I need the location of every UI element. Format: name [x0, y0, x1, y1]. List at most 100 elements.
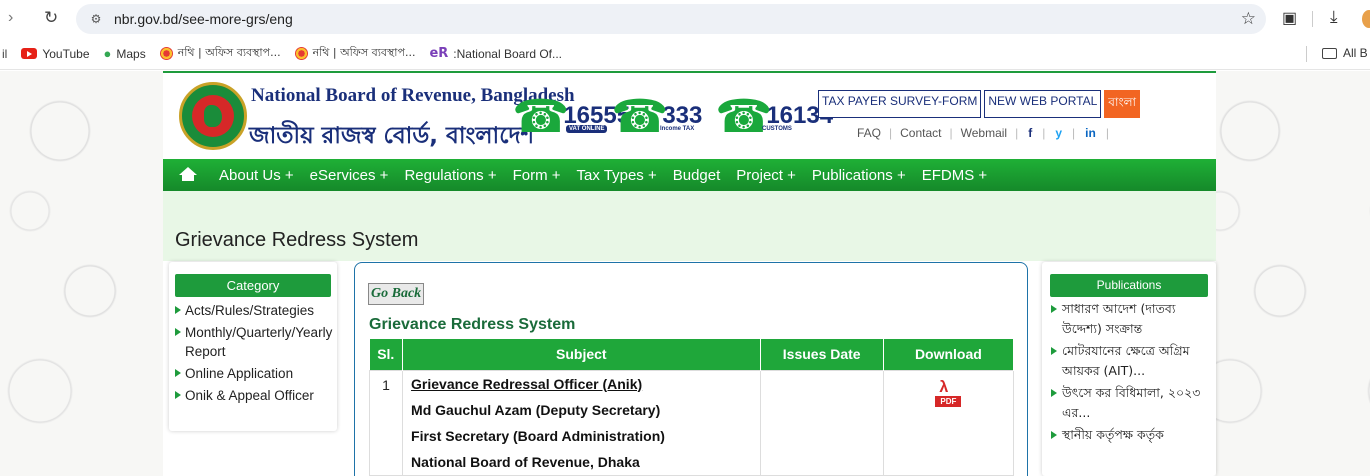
- nothi-icon: [294, 47, 308, 60]
- faq-link[interactable]: FAQ: [857, 126, 881, 140]
- table-header-row: Sl. Subject Issues Date Download: [369, 339, 1015, 370]
- bookmark-nothi-1[interactable]: নথি | অফিস ব্যবস্থাপ...: [159, 44, 281, 63]
- go-back-button[interactable]: Go Back: [368, 283, 425, 305]
- category-sidebar: Category Acts/Rules/Strategies Monthly/Q…: [169, 262, 337, 431]
- url-text[interactable]: nbr.gov.bd/see-more-grs/eng: [114, 11, 293, 27]
- category-list: Acts/Rules/Strategies Monthly/Quarterly/…: [169, 301, 337, 405]
- subject-link[interactable]: Grievance Redressal Officer (Anik): [403, 371, 760, 397]
- publication-item[interactable]: উৎসে কর বিধিমালা, ২০২৩ এর...: [1050, 383, 1210, 423]
- subject-line: Md Gauchul Azam (Deputy Secretary): [411, 401, 661, 418]
- nav-about-us[interactable]: About Us +: [219, 167, 294, 184]
- bookmark-label: নথি | অফিস ব্যবস্থাপ...: [177, 46, 281, 59]
- site-name-bangla: জাতীয় রাজস্ব বোর্ড, বাংলাদেশ: [249, 123, 535, 149]
- er-icon: eR: [429, 46, 449, 61]
- link-separator: |: [1072, 126, 1076, 140]
- bookmark-star-icon[interactable]: ☆: [1241, 9, 1256, 29]
- hotline-caption: CUSTOMS: [762, 126, 792, 132]
- maps-pin-icon: ●: [103, 46, 112, 61]
- site-header: National Board of Revenue, Bangladesh জা…: [163, 71, 1216, 159]
- column-header: Download: [883, 339, 1015, 370]
- logo-emblem: [192, 95, 234, 137]
- address-bar[interactable]: ⚙ nbr.gov.bd/see-more-grs/eng ☆: [76, 4, 1266, 34]
- category-item[interactable]: Online Application: [173, 364, 337, 383]
- phone-icon: ☎: [512, 89, 570, 143]
- link-separator: |: [1105, 126, 1109, 140]
- table-row: 1 Grievance Redressal Officer (Anik) Md …: [368, 369, 1015, 476]
- survey-form-button[interactable]: TAX PAYER SURVEY-FORM: [818, 90, 982, 118]
- bookmark-youtube[interactable]: YouTube: [21, 47, 90, 61]
- bookmark-label: :National Board Of...: [453, 46, 563, 61]
- bookmark-nbr[interactable]: eR :National Board Of...: [429, 46, 562, 61]
- nav-tax-types[interactable]: Tax Types +: [577, 167, 657, 184]
- toolbar-divider: [1312, 11, 1313, 27]
- column-header: Sl.: [369, 339, 404, 370]
- nothi-icon: [159, 47, 173, 60]
- column-header: Issues Date: [760, 339, 884, 370]
- facebook-icon[interactable]: f: [1028, 126, 1032, 140]
- site-settings-icon[interactable]: ⚙: [88, 11, 104, 27]
- all-bookmarks[interactable]: All B: [1322, 46, 1368, 60]
- hotline-income-tax: ☎ 333 Income TAX: [611, 87, 702, 145]
- download-icon[interactable]: ⤓: [1330, 7, 1338, 27]
- hotline-caption: VAT ONLINE: [566, 125, 608, 133]
- nbr-logo[interactable]: [179, 82, 247, 150]
- hotline-caption: Income TAX: [660, 126, 695, 132]
- youtube-icon: [21, 48, 38, 59]
- browser-toolbar: › ↻ ⚙ nbr.gov.bd/see-more-grs/eng ☆ ▣ ⤓: [0, 0, 1370, 38]
- nav-eservices[interactable]: eServices +: [310, 167, 389, 184]
- publication-item[interactable]: সাধারণ আদেশ (দাতব্য উদ্দেশ্য) সংক্রান্ত: [1050, 299, 1210, 339]
- issue-date-cell: [759, 369, 884, 476]
- bookmark-label: নথি | অফিস ব্যবস্থাপ...: [312, 46, 416, 59]
- publication-item[interactable]: স্থানীয় কর্তৃপক্ষ কর্তৃক: [1050, 425, 1210, 445]
- forward-icon[interactable]: ›: [8, 9, 13, 27]
- nav-regulations[interactable]: Regulations +: [404, 167, 496, 184]
- profile-avatar[interactable]: [1362, 10, 1370, 28]
- publication-item[interactable]: মোটরযানের ক্ষেত্রে অগ্রিম আয়কর (AIT)...: [1050, 341, 1210, 381]
- subject-line: First Secretary (Board Administration): [411, 427, 665, 444]
- nav-project[interactable]: Project +: [736, 167, 796, 184]
- main-nav: About Us + eServices + Regulations + For…: [163, 159, 1216, 191]
- header-buttons: TAX PAYER SURVEY-FORM NEW WEB PORTAL বাং…: [818, 90, 1143, 118]
- title-band: Grievance Redress System: [163, 191, 1216, 261]
- nav-budget[interactable]: Budget: [673, 167, 721, 184]
- column-header: Subject: [402, 339, 761, 370]
- twitter-icon[interactable]: y: [1055, 126, 1062, 140]
- link-separator: |: [889, 126, 893, 140]
- linkedin-icon[interactable]: in: [1085, 126, 1096, 140]
- hotline-customs: ☎ 16134 CUSTOMS: [715, 87, 833, 145]
- download-cell: λ PDF: [882, 369, 1015, 476]
- link-separator: |: [1042, 126, 1046, 140]
- bookmarks-bar: il YouTube ● Maps নথি | অফিস ব্যবস্থাপ..…: [0, 38, 1370, 70]
- site-container: National Board of Revenue, Bangladesh জা…: [163, 71, 1216, 476]
- grs-panel: Go Back Grievance Redress System Sl. Sub…: [354, 262, 1028, 476]
- page-viewport: National Board of Revenue, Bangladesh জা…: [0, 71, 1370, 476]
- subject-line: National Board of Revenue, Dhaka: [411, 453, 640, 470]
- bookmark-maps[interactable]: ● Maps: [104, 46, 146, 61]
- bookmark-label: Maps: [116, 46, 146, 61]
- reload-icon[interactable]: ↻: [44, 8, 58, 28]
- bookmark-nothi-2[interactable]: নথি | অফিস ব্যবস্থাপ...: [294, 44, 416, 63]
- grs-table: Sl. Subject Issues Date Download 1 Griev…: [368, 339, 1015, 476]
- nav-form[interactable]: Form +: [513, 167, 561, 184]
- nav-publications[interactable]: Publications +: [812, 167, 906, 184]
- category-item[interactable]: Onik & Appeal Officer: [173, 386, 337, 405]
- nav-efdms[interactable]: EFDMS +: [922, 167, 987, 184]
- bookmarks-divider: [1306, 46, 1307, 62]
- pdf-download-icon[interactable]: λ PDF: [934, 378, 963, 411]
- contact-link[interactable]: Contact: [900, 126, 941, 140]
- home-icon[interactable]: [179, 167, 197, 183]
- link-separator: |: [1015, 126, 1019, 140]
- category-heading: Category: [175, 274, 331, 297]
- bangla-language-button[interactable]: বাংলা: [1104, 90, 1141, 118]
- bangladesh-map-icon: [204, 105, 222, 127]
- bookmark-partial[interactable]: il: [2, 47, 7, 61]
- new-web-portal-button[interactable]: NEW WEB PORTAL: [984, 90, 1102, 118]
- folder-icon: [1322, 47, 1337, 59]
- acrobat-icon: λ: [939, 378, 949, 396]
- publications-sidebar: Publications সাধারণ আদেশ (দাতব্য উদ্দেশ্…: [1042, 262, 1216, 476]
- extensions-icon[interactable]: ▣: [1282, 8, 1297, 28]
- subject-cell: Grievance Redressal Officer (Anik) Md Ga…: [402, 369, 761, 476]
- category-item[interactable]: Acts/Rules/Strategies: [173, 301, 337, 320]
- webmail-link[interactable]: Webmail: [961, 126, 1007, 140]
- category-item[interactable]: Monthly/Quarterly/Yearly Report: [173, 323, 333, 361]
